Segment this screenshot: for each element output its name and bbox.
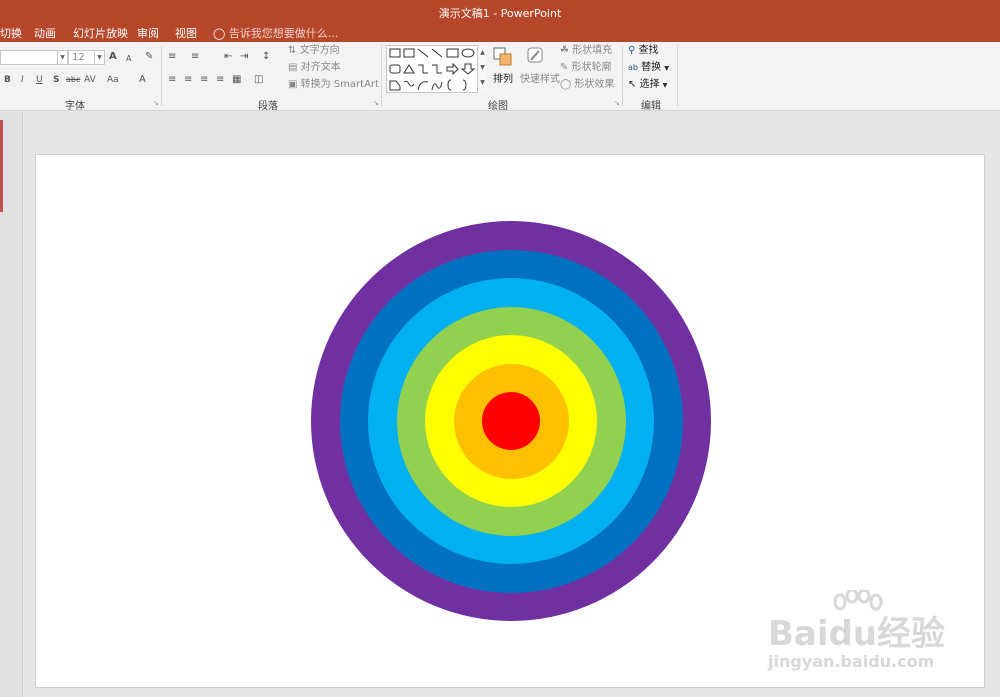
bullets-icon[interactable]: ≡ [168,50,176,64]
arrange-icon [493,47,512,66]
bold-button[interactable]: B [4,73,11,87]
shadow-button[interactable]: S [53,73,59,87]
group-label-paragraph: 段落 [258,101,278,112]
shapes-gallery[interactable] [386,45,486,93]
group-label-font: 字体 [65,101,85,112]
convert-smartart-button[interactable]: ▣ 转换为 SmartArt [288,78,379,92]
effects-icon: ◯ [560,79,572,90]
align-left-icon[interactable]: ≡ [168,73,176,87]
italic-button[interactable]: I [21,73,24,87]
font-size-input[interactable]: 12 ▼ [68,50,105,65]
decrease-indent-icon[interactable]: ⇤ [224,50,232,64]
text-direction-icon: ⇅ [288,45,297,56]
align-text-button[interactable]: ▤ 对齐文本 [288,61,341,75]
dialog-launcher-icon[interactable]: ↘ [153,99,159,107]
quick-styles-button[interactable]: 快速样式 [520,46,560,85]
shape-effects-button[interactable]: ◯ 形状效果 [560,78,614,92]
window-title: 演示文稿1 - PowerPoint [438,7,562,20]
justify-icon[interactable]: ≡ [216,73,224,87]
group-divider [381,46,382,106]
shape-fill-button[interactable]: ☘ 形状填充 [560,44,612,58]
quick-styles-icon [527,47,543,63]
text-direction-button[interactable]: ⇅ 文字方向 [288,44,340,58]
find-button[interactable]: ⚲ 查找 [628,44,659,58]
change-case-button[interactable]: Aa [107,73,119,87]
target-ring-7[interactable] [482,392,540,450]
title-bar: 演示文稿1 - PowerPoint [0,0,1000,22]
watermark-brand: Baidu经验 [768,614,946,654]
select-button[interactable]: ↖ 选择 ▼ [628,78,667,93]
chevron-up-icon: ▲ [480,49,485,56]
clear-format-icon[interactable]: ✎ [145,50,153,64]
arrange-label: 排列 [493,74,513,85]
char-spacing-button[interactable]: AV [84,73,96,87]
group-label-editing: 编辑 [641,101,661,112]
align-text-icon: ▤ [288,62,298,73]
strikethrough-button[interactable]: abc [66,73,80,87]
ribbon: ▼ 12 ▼ A A ✎ B I U S abc AV Aa A 字体 ↘ ≡ ≡… [0,42,1000,112]
chevron-down-icon: ▼ [94,51,104,64]
shrink-font-button[interactable]: A [126,52,131,66]
shapes-icon [389,48,476,91]
chevron-down-icon: ▼ [57,51,67,64]
quick-styles-label: 快速样式 [520,74,560,85]
ribbon-tab-bar: 切换 动画 幻灯片放映 审阅 视图 ◯ 告诉我您想要做什么... [0,22,1000,42]
chevron-down-icon: ▼ [480,64,485,71]
columns-icon[interactable]: ◫ [254,73,263,87]
replace-icon: ab [628,63,638,72]
tab-transitions[interactable]: 切换 [0,25,22,41]
shapes-gallery-scrollbar[interactable]: ▲ ▼ ▼ [477,45,487,93]
paint-bucket-icon: ☘ [560,45,569,56]
pen-icon: ✎ [560,62,569,73]
increase-indent-icon[interactable]: ⇥ [240,50,248,64]
grow-font-button[interactable]: A [109,50,117,64]
tab-view[interactable]: 视图 [175,25,197,41]
tab-animations[interactable]: 动画 [34,25,56,41]
tell-me-text: 告诉我您想要做什么... [228,27,339,40]
underline-button[interactable]: U [36,73,43,87]
line-spacing-icon[interactable]: ↕ [262,50,270,64]
group-divider [677,46,678,106]
chevron-down-icon: ▼ [664,65,669,72]
cursor-icon: ↖ [628,79,637,90]
font-name-input[interactable]: ▼ [0,50,68,65]
group-divider [622,46,623,106]
baidu-watermark: Baidu经验 jingyan.baidu.com [768,590,968,680]
group-label-drawing: 绘图 [488,101,508,112]
replace-button[interactable]: ab 替换 ▼ [628,61,669,76]
target-diagram[interactable] [311,221,711,621]
align-right-icon[interactable]: ≡ [200,73,208,87]
selected-thumbnail-indicator [0,120,3,212]
watermark-url: jingyan.baidu.com [768,652,935,671]
thumbnail-pane[interactable] [0,112,23,697]
dialog-launcher-icon[interactable]: ↘ [373,99,379,107]
distributed-icon[interactable]: ▦ [232,73,241,87]
font-color-button[interactable]: A [139,73,146,87]
arrange-button[interactable]: 排列 [492,46,514,85]
dialog-launcher-icon[interactable]: ↘ [614,99,620,107]
shape-outline-button[interactable]: ✎ 形状轮廓 [560,61,612,75]
chevron-down-icon: ▼ [662,82,668,89]
tab-review[interactable]: 审阅 [137,25,159,41]
tell-me-box[interactable]: ◯ 告诉我您想要做什么... [213,25,338,41]
smartart-icon: ▣ [288,79,298,90]
tab-slideshow[interactable]: 幻灯片放映 [73,25,128,41]
lightbulb-icon: ◯ [213,27,226,40]
align-center-icon[interactable]: ≡ [184,73,192,87]
numbering-icon[interactable]: ≡ [191,50,199,64]
search-icon: ⚲ [628,45,636,56]
more-icon: ▼ [480,79,485,86]
group-divider [161,46,162,106]
